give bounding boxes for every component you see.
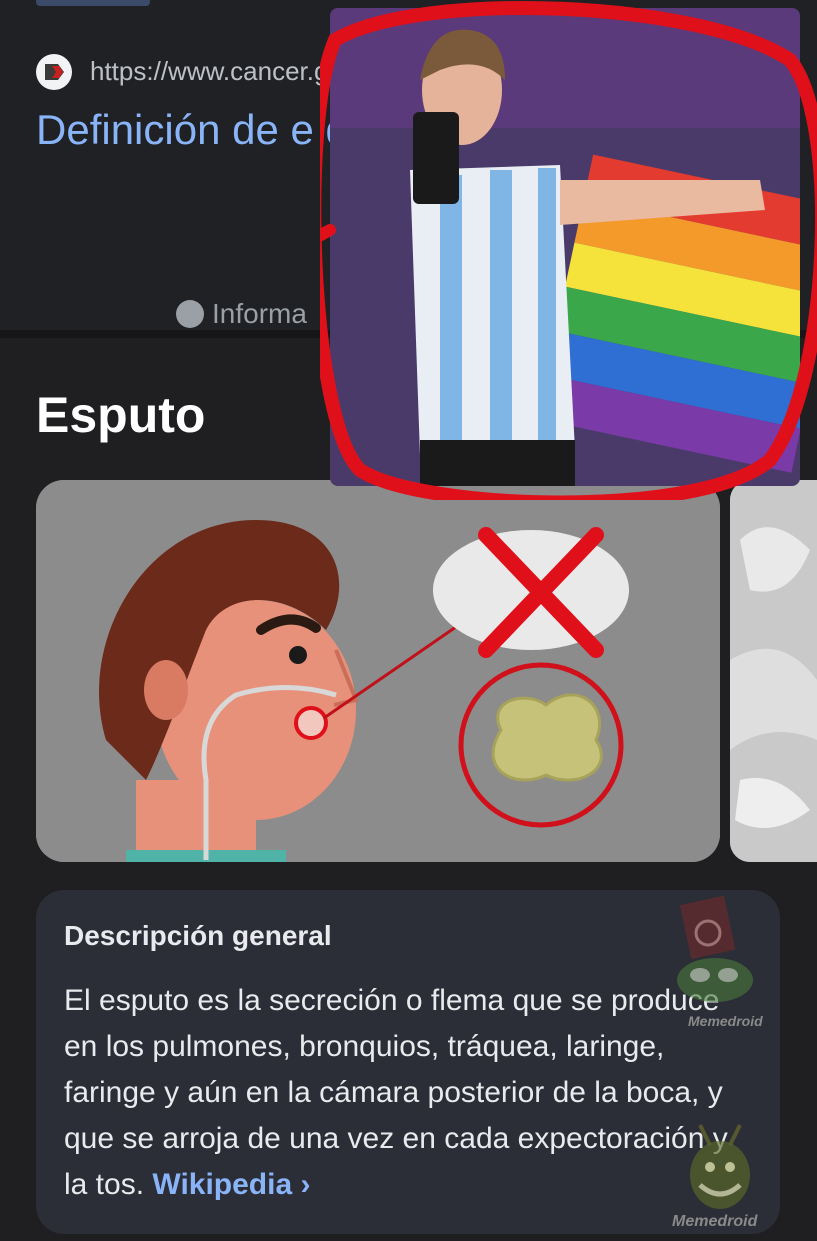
chevron-right-icon: › (300, 1168, 311, 1201)
sputum-illustration-image[interactable] (36, 480, 720, 862)
screenshot-root: https://www.cancer.go Definición de e de… (0, 0, 817, 1241)
search-result-card[interactable]: https://www.cancer.go Definición de e de… (0, 0, 817, 338)
more-options-icon[interactable] (760, 62, 770, 102)
knowledge-panel-heading: Esputo (36, 387, 206, 443)
result-url[interactable]: https://www.cancer.go (90, 56, 343, 87)
previous-card-edge (36, 0, 150, 6)
secondary-thumbnail-image[interactable] (730, 480, 817, 862)
watermark-text-2: Memedroid (672, 1213, 758, 1230)
description-title: Descripción general (64, 920, 332, 951)
wikipedia-link-label: Wikipedia (152, 1168, 293, 1201)
info-icon (176, 300, 204, 328)
watermark-text-1: Memedroid (688, 1013, 763, 1029)
result-title-link[interactable]: Definición de e de cáncer del (36, 100, 796, 160)
wikipedia-link[interactable]: Wikipedia › (152, 1168, 310, 1201)
memedroid-watermark-troll: Memedroid (670, 1115, 770, 1235)
memedroid-watermark-frog: Memedroid (650, 895, 770, 1035)
site-favicon-icon (36, 54, 72, 90)
result-info-row[interactable]: Informa (176, 298, 307, 330)
info-label: Informa (212, 298, 307, 329)
